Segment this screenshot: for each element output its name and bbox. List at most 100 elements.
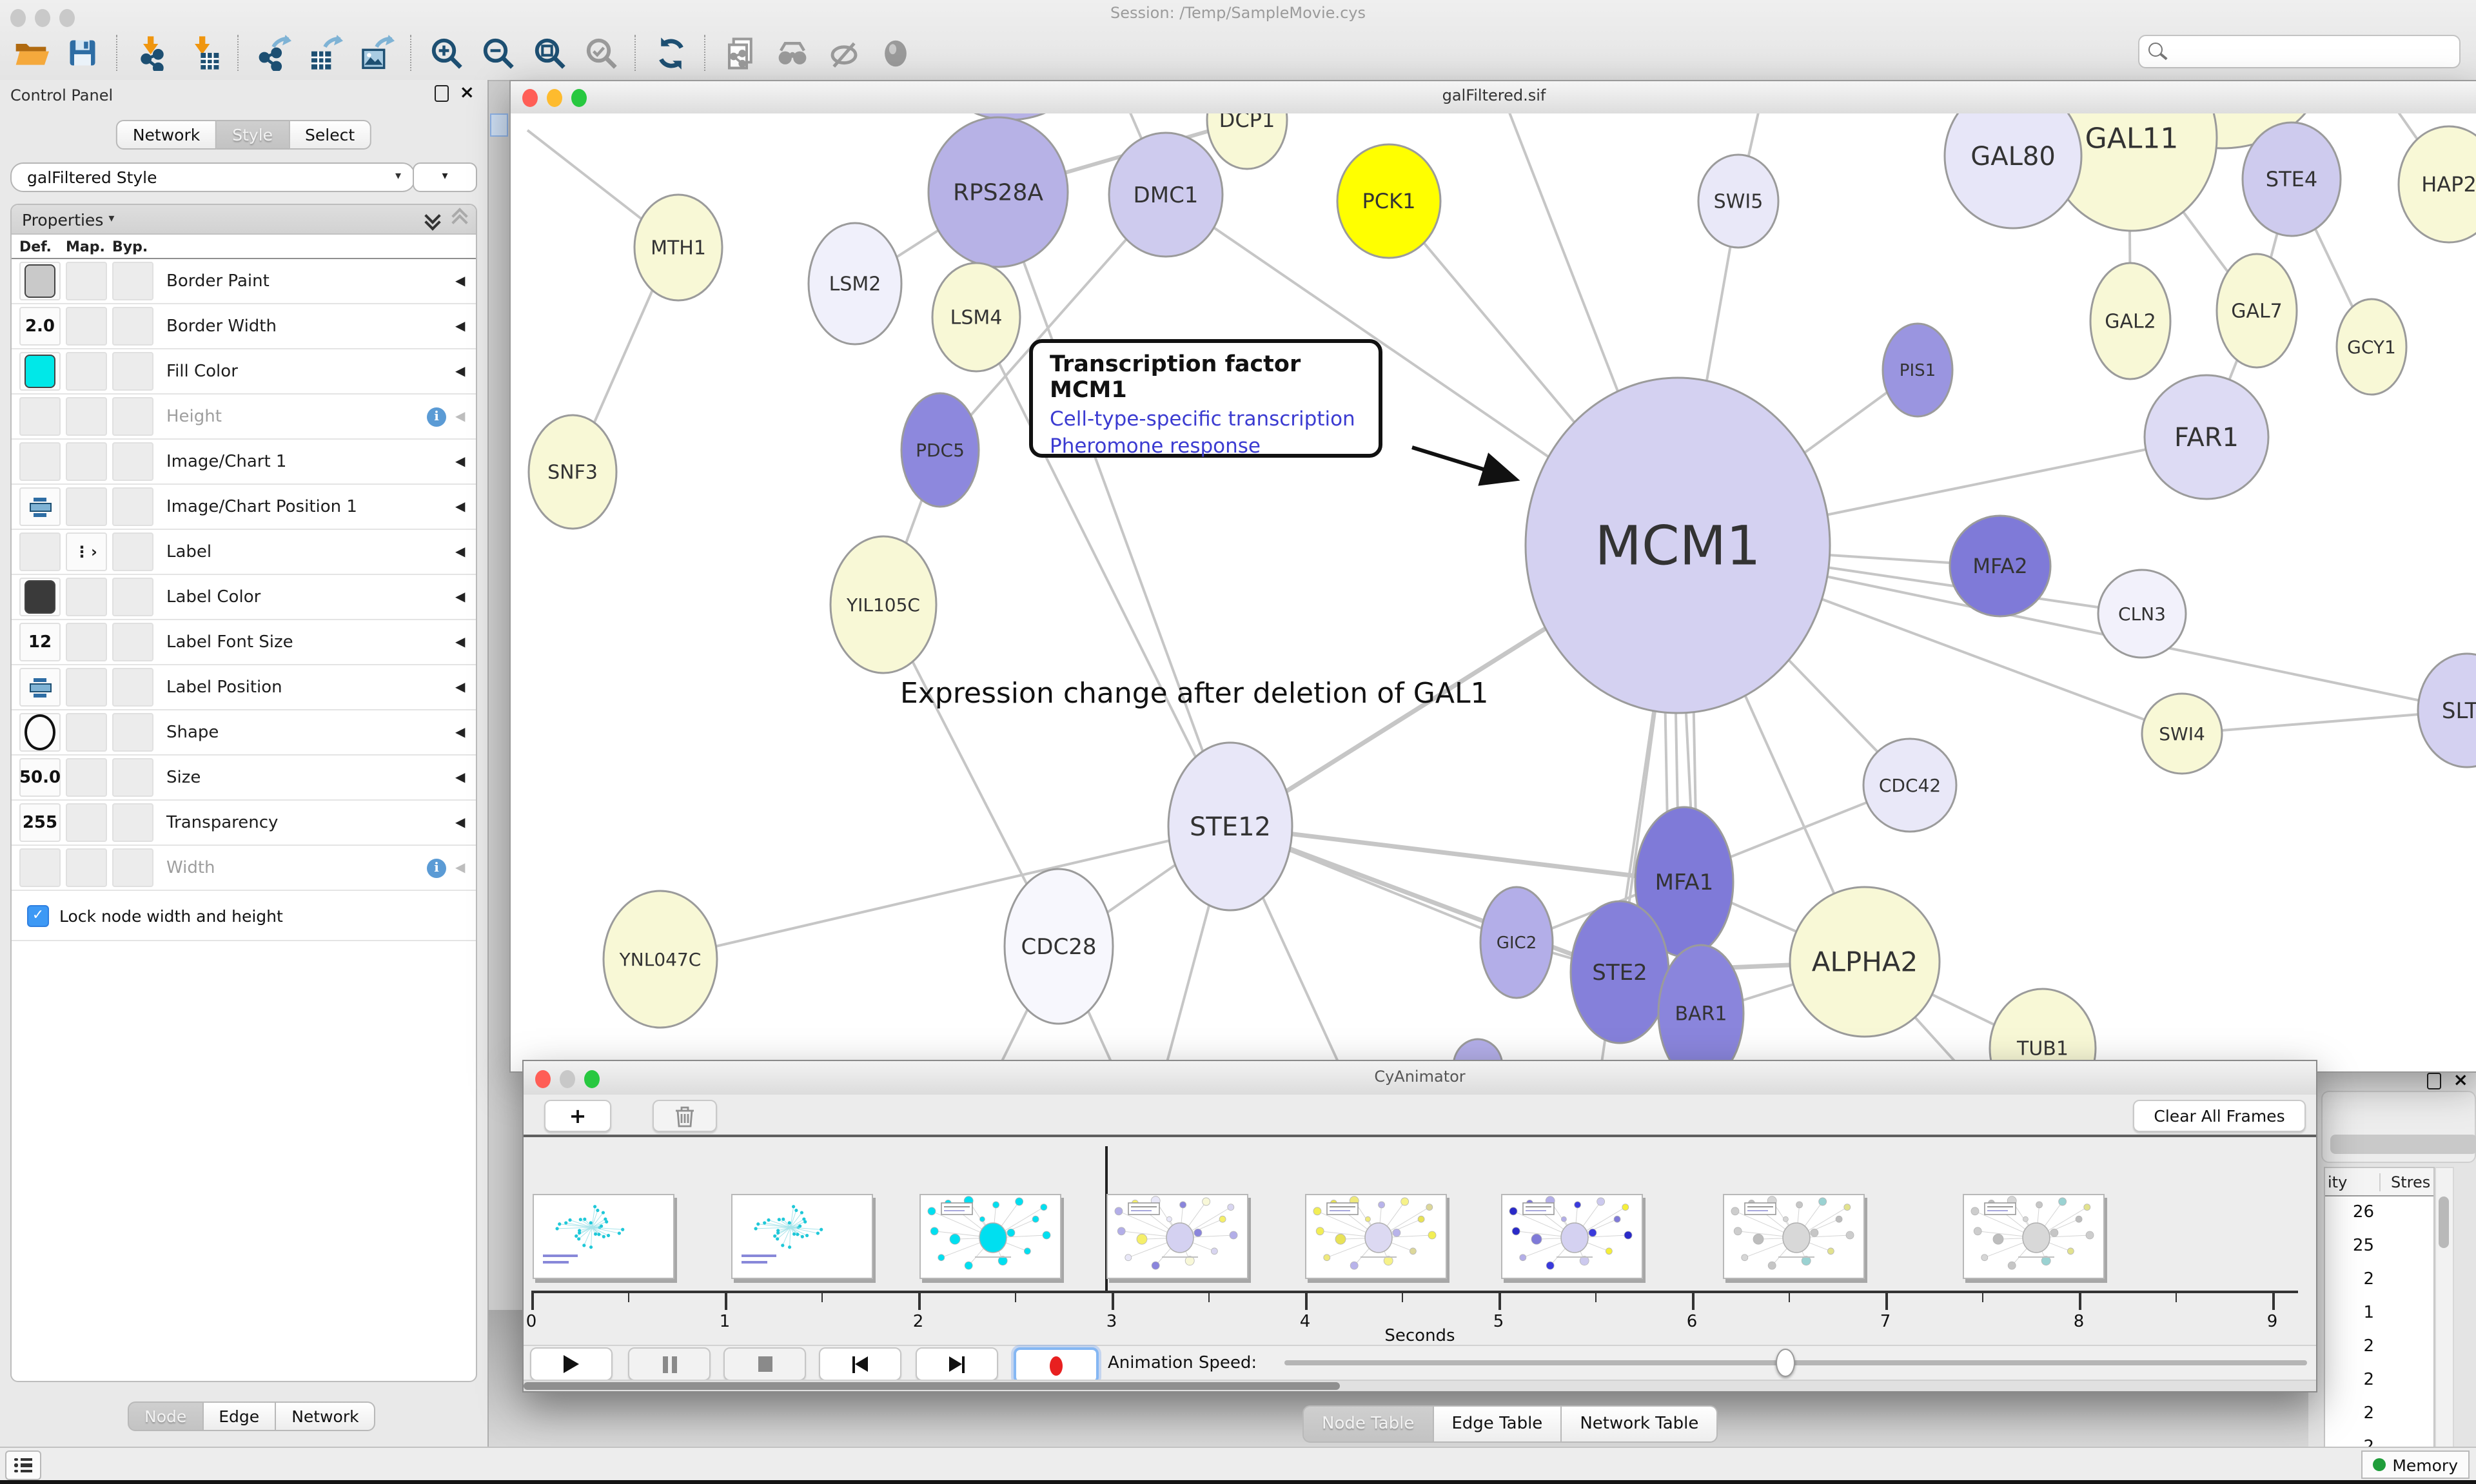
animation-speed-slider-thumb[interactable]	[1776, 1349, 1795, 1377]
property-row-image-chart-1[interactable]: Image/Chart 1◀	[12, 440, 476, 485]
bypass-cell[interactable]	[112, 623, 153, 661]
refresh-icon[interactable]	[651, 34, 690, 72]
bypass-cell[interactable]	[112, 668, 153, 707]
property-row-label-font-size[interactable]: 12Label Font Size◀	[12, 620, 476, 665]
table-column-stress[interactable]: Stres	[2381, 1173, 2430, 1191]
close-panel-icon[interactable]: ×	[2453, 1074, 2468, 1088]
callout-link[interactable]: Pheromone response	[1050, 434, 1379, 458]
style-target-tab-node[interactable]: Node	[128, 1401, 203, 1431]
collapse-all-icon[interactable]	[451, 210, 466, 228]
default-value-cell[interactable]	[19, 532, 61, 571]
bypass-cell[interactable]	[112, 487, 153, 526]
bypass-cell[interactable]	[112, 352, 153, 391]
bypass-cell[interactable]	[112, 713, 153, 752]
duplicate-network-icon[interactable]	[721, 34, 760, 72]
properties-header[interactable]: Properties ▾	[12, 205, 476, 235]
table-scrollbar-thumb[interactable]	[2439, 1196, 2449, 1248]
add-frame-button[interactable]: +	[544, 1100, 611, 1132]
expand-row-icon[interactable]: ◀	[455, 409, 476, 424]
hide-selected-icon[interactable]	[824, 34, 863, 72]
zoom-in-icon[interactable]	[427, 34, 466, 72]
expand-row-icon[interactable]: ◀	[455, 319, 476, 333]
property-row-label-color[interactable]: Label Color◀	[12, 575, 476, 620]
delete-frame-button[interactable]	[653, 1100, 717, 1132]
default-value-cell[interactable]: 2.0	[19, 307, 61, 346]
table-tab-network-table[interactable]: Network Table	[1562, 1405, 1718, 1443]
zoom-selected-icon[interactable]	[582, 34, 620, 72]
bypass-cell[interactable]	[112, 262, 153, 300]
mapping-cell[interactable]	[66, 578, 107, 616]
default-value-cell[interactable]	[19, 668, 61, 707]
annotation-callout[interactable]: Transcription factor MCM1 Cell-type-spec…	[1029, 339, 1382, 458]
bypass-cell[interactable]	[112, 848, 153, 887]
export-network-icon[interactable]	[254, 34, 293, 72]
expand-row-icon[interactable]: ◀	[455, 861, 476, 875]
expand-row-icon[interactable]: ◀	[455, 590, 476, 604]
frame-thumbnail-2[interactable]	[731, 1194, 873, 1279]
default-value-cell[interactable]	[19, 487, 61, 526]
clear-all-frames-button[interactable]: Clear All Frames	[2133, 1100, 2306, 1132]
style-target-tab-edge[interactable]: Edge	[203, 1401, 276, 1431]
property-row-shape[interactable]: Shape◀	[12, 710, 476, 756]
frame-thumbnail-5[interactable]	[1305, 1194, 1447, 1279]
table-scrollbar[interactable]	[2435, 1167, 2454, 1472]
table-cell-value[interactable]: 26	[2325, 1196, 2433, 1230]
table-cell-value[interactable]: 2	[2325, 1364, 2433, 1398]
save-session-icon[interactable]	[63, 34, 102, 72]
search-input[interactable]	[2138, 35, 2461, 68]
default-value-cell[interactable]	[19, 442, 61, 481]
network-edge[interactable]	[660, 826, 1230, 959]
mapping-cell[interactable]	[66, 307, 107, 346]
expand-row-icon[interactable]: ◀	[455, 545, 476, 559]
expand-row-icon[interactable]: ◀	[455, 725, 476, 739]
default-value-cell[interactable]	[19, 578, 61, 616]
table-tab-node-table[interactable]: Node Table	[1302, 1405, 1433, 1443]
style-options-button[interactable]: ▾	[413, 162, 477, 192]
network-window-titlebar[interactable]: galFiltered.sif	[511, 81, 2476, 115]
property-row-size[interactable]: 50.0Size◀	[12, 756, 476, 801]
bypass-cell[interactable]	[112, 758, 153, 797]
table-cell-value[interactable]: 1	[2325, 1297, 2433, 1331]
frame-thumbnail-8[interactable]	[1963, 1194, 2105, 1279]
frame-thumbnail-7[interactable]	[1723, 1194, 1865, 1279]
property-row-label-position[interactable]: Label Position◀	[12, 665, 476, 710]
close-panel-icon[interactable]: ×	[460, 86, 475, 101]
default-value-cell[interactable]	[19, 713, 61, 752]
export-image-icon[interactable]	[357, 34, 396, 72]
mapping-cell[interactable]	[66, 713, 107, 752]
mapping-cell[interactable]	[66, 803, 107, 842]
mapping-cell[interactable]	[66, 352, 107, 391]
step-forward-button[interactable]	[916, 1347, 998, 1381]
property-row-border-paint[interactable]: Border Paint◀	[12, 259, 476, 304]
frame-thumbnail-3[interactable]	[919, 1194, 1061, 1279]
mapping-cell[interactable]	[66, 623, 107, 661]
show-all-icon[interactable]	[876, 34, 914, 72]
default-value-cell[interactable]	[19, 848, 61, 887]
expand-row-icon[interactable]: ◀	[455, 500, 476, 514]
frames-timeline[interactable]: 0123456789 Seconds	[524, 1137, 2316, 1345]
frame-thumbnail-1[interactable]	[533, 1194, 674, 1279]
task-history-button[interactable]	[5, 1450, 41, 1480]
bypass-cell[interactable]	[112, 442, 153, 481]
open-session-icon[interactable]	[12, 34, 50, 72]
table-tab-edge-table[interactable]: Edge Table	[1433, 1405, 1562, 1443]
import-table-icon[interactable]	[184, 34, 223, 72]
tab-select[interactable]: Select	[290, 120, 371, 150]
zoom-fit-icon[interactable]	[530, 34, 569, 72]
import-network-icon[interactable]	[133, 34, 172, 72]
panel-divider-handle[interactable]	[490, 113, 508, 137]
property-row-border-width[interactable]: 2.0Border Width◀	[12, 304, 476, 349]
expand-row-icon[interactable]: ◀	[455, 274, 476, 288]
stop-button[interactable]	[723, 1347, 806, 1381]
table-cell-value[interactable]: 2	[2325, 1398, 2433, 1431]
zoom-out-icon[interactable]	[478, 34, 517, 72]
default-value-cell[interactable]	[19, 397, 61, 436]
expand-row-icon[interactable]: ◀	[455, 635, 476, 649]
float-panel-icon[interactable]	[435, 85, 449, 102]
network-canvas[interactable]: DCP1RPS28ADMC1PCK1SWI5MTH1LSM2LSM4GAL11G…	[511, 113, 2476, 1071]
mapping-cell[interactable]	[66, 668, 107, 707]
bypass-cell[interactable]	[112, 532, 153, 571]
mapping-cell[interactable]	[66, 848, 107, 887]
default-value-cell[interactable]: 50.0	[19, 758, 61, 797]
callout-link[interactable]: Cell-type-specific transcription	[1050, 407, 1379, 431]
